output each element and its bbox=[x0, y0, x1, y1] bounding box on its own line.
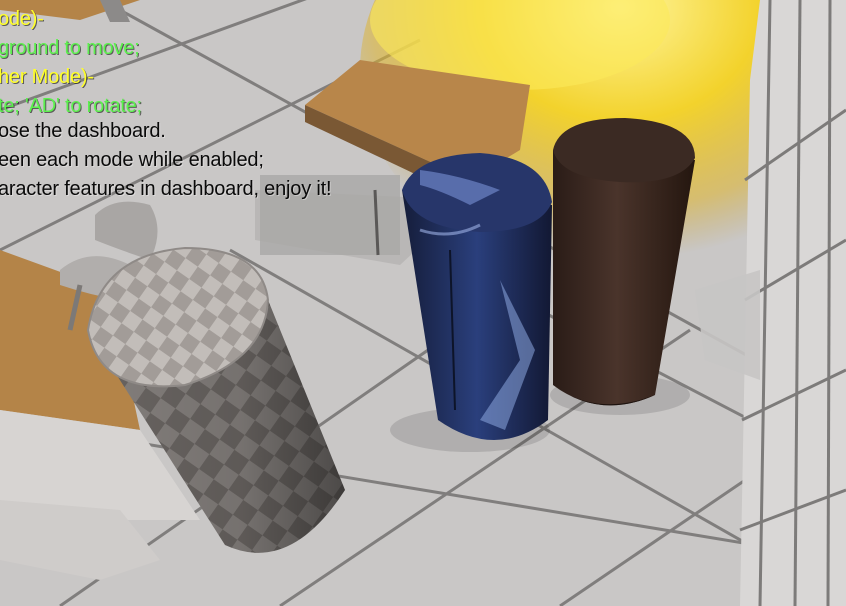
game-viewport[interactable] bbox=[0, 0, 846, 606]
scene-render bbox=[0, 0, 846, 606]
